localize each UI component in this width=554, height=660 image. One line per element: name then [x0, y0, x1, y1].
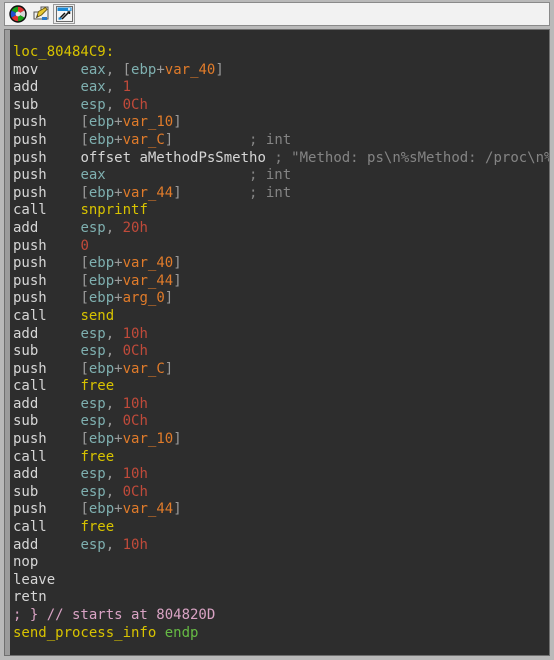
code-line: sub esp, 0Ch — [13, 96, 148, 113]
code-line: sub esp, 0Ch — [13, 343, 148, 360]
code-label-line: loc_80484C9: — [13, 44, 115, 60]
code-line: push [ebp+var_C] ; int — [13, 131, 292, 148]
code-line: push [ebp+arg_0] — [13, 290, 174, 307]
code-line: sub esp, 0Ch — [13, 413, 148, 430]
code-line: push offset aMethodPsSmetho ; "Method: p… — [13, 149, 549, 166]
code-listing: loc_80484C9: mov eax, [ebp+var_40] add eax… — [10, 30, 549, 655]
edit-pencil-icon[interactable] — [30, 4, 52, 24]
code-line: retn — [13, 589, 47, 606]
code-endp-line: send_process_info endp — [13, 624, 199, 641]
code-line: push [ebp+var_44] ; int — [13, 184, 292, 201]
code-line: add esp, 20h — [13, 219, 148, 236]
code-line: push 0 — [13, 237, 89, 254]
code-line: push [ebp+var_10] — [13, 431, 182, 448]
code-line: add eax, 1 — [13, 79, 132, 96]
code-line: push [ebp+var_40] — [13, 255, 182, 272]
disassembly-pane[interactable]: FREEBUF loc_80484C9:mov eax, [ebp+var_40… — [4, 29, 550, 656]
code-line: call send — [13, 307, 115, 324]
toolbar — [4, 2, 550, 26]
graph-view-icon-svg — [55, 6, 73, 22]
code-line: leave — [13, 571, 56, 588]
code-line: mov eax, [ebp+var_40] — [13, 61, 224, 78]
code-line: add esp, 10h — [13, 325, 148, 342]
code-line: push [ebp+var_44] — [13, 501, 182, 518]
code-line: call free — [13, 519, 115, 536]
code-line: add esp, 10h — [13, 536, 148, 553]
graph-view-icon[interactable] — [53, 4, 75, 24]
code-line: push [ebp+var_44] — [13, 272, 182, 289]
code-line: push eax ; int — [13, 167, 292, 184]
code-line: call free — [13, 448, 115, 465]
edit-pencil-icon-svg — [33, 6, 49, 20]
code-end-comment: ; } // starts at 804820D — [13, 607, 216, 623]
code-line: sub esp, 0Ch — [13, 483, 148, 500]
code-line: push [ebp+var_10] — [13, 114, 182, 131]
code-line: add esp, 10h — [13, 466, 148, 483]
disassembly-window: FREEBUF loc_80484C9:mov eax, [ebp+var_40… — [0, 0, 554, 660]
code-line: nop — [13, 554, 39, 571]
colors-icon[interactable] — [7, 4, 29, 24]
code-line: add esp, 10h — [13, 395, 148, 412]
colors-icon-svg — [9, 5, 27, 23]
code-line: call snprintf — [13, 202, 148, 219]
code-line: call free — [13, 378, 115, 395]
code-line: push [ebp+var_C] — [13, 360, 174, 377]
